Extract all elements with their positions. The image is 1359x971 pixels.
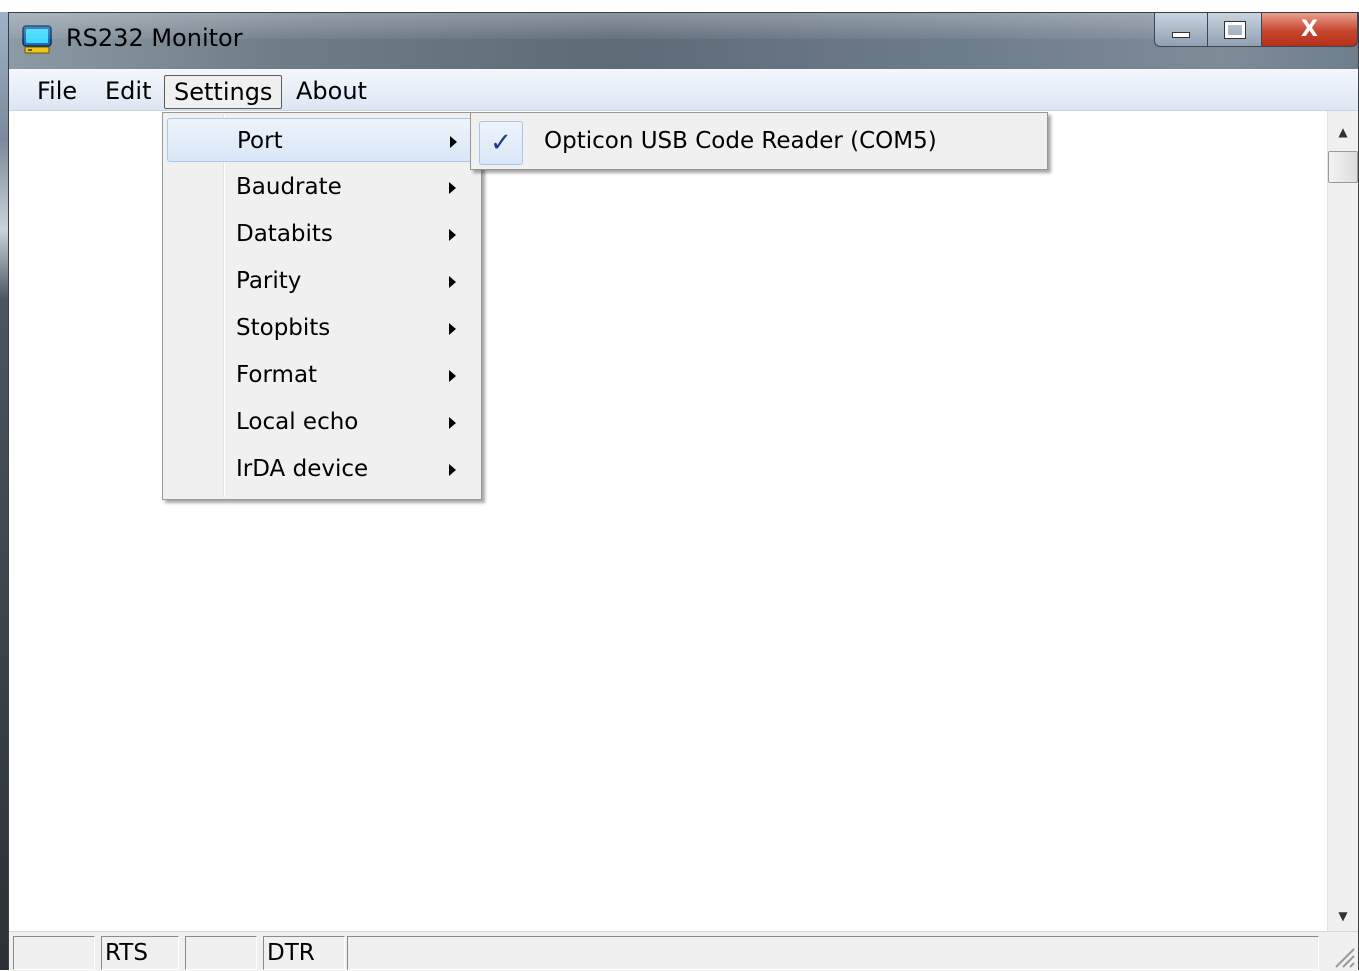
menu-settings[interactable]: Settings	[164, 75, 283, 109]
checkmark-icon: ✓	[479, 121, 523, 165]
menu-item-stopbits[interactable]: Stopbits	[167, 306, 473, 350]
menu-item-label: Port	[237, 128, 283, 154]
minimize-icon	[1172, 31, 1190, 38]
menu-bar: File Edit Settings About	[9, 69, 1358, 111]
status-pane-message	[347, 936, 1319, 970]
chevron-right-icon	[449, 182, 456, 194]
chevron-right-icon	[449, 276, 456, 288]
menu-item-local-echo[interactable]: Local echo	[167, 400, 473, 444]
title-bar[interactable]: RS232 Monitor X	[9, 13, 1358, 69]
menu-item-parity[interactable]: Parity	[167, 259, 473, 303]
window-controls: X	[1154, 13, 1358, 49]
maximize-button[interactable]	[1208, 13, 1262, 47]
status-pane-rts: RTS	[101, 936, 179, 970]
status-pane-blank-2	[185, 936, 257, 970]
menu-item-label: Parity	[236, 268, 302, 294]
menu-item-irda-device[interactable]: IrDA device	[167, 447, 473, 491]
close-icon: X	[1301, 17, 1318, 42]
status-pane-blank-1	[13, 936, 95, 970]
chevron-right-icon	[449, 464, 456, 476]
chevron-right-icon	[449, 370, 456, 382]
window-title: RS232 Monitor	[66, 24, 243, 52]
menu-file[interactable]: File	[27, 75, 87, 109]
vertical-scrollbar[interactable]: ▲ ▼	[1327, 111, 1358, 931]
menu-about[interactable]: About	[286, 75, 377, 109]
close-button[interactable]: X	[1262, 13, 1358, 47]
menu-item-port[interactable]: Port	[167, 118, 473, 162]
menu-item-label: Baudrate	[236, 174, 342, 200]
scroll-up-arrow-icon[interactable]: ▲	[1328, 117, 1358, 147]
chevron-right-icon	[449, 417, 456, 429]
menu-item-label: Local echo	[236, 409, 359, 435]
menu-item-baudrate[interactable]: Baudrate	[167, 165, 473, 209]
scroll-down-arrow-icon[interactable]: ▼	[1328, 901, 1358, 931]
monitor-icon	[22, 25, 52, 54]
menu-item-label: IrDA device	[236, 456, 369, 482]
menu-item-label: Stopbits	[236, 315, 331, 341]
menu-item-label: Format	[236, 362, 318, 388]
menu-edit[interactable]: Edit	[95, 75, 161, 109]
chevron-right-icon	[450, 136, 457, 148]
status-pane-dtr: DTR	[263, 936, 345, 970]
scrollbar-thumb[interactable]	[1328, 151, 1358, 183]
maximize-icon	[1223, 20, 1246, 39]
settings-dropdown-menu: Port Baudrate Databits Parity Stopbits F…	[162, 112, 482, 500]
menu-item-databits[interactable]: Databits	[167, 212, 473, 256]
status-bar: RTS DTR	[9, 931, 1358, 971]
chevron-right-icon	[449, 323, 456, 335]
chevron-right-icon	[449, 229, 456, 241]
menu-item-label: Databits	[236, 221, 333, 247]
port-option-label: Opticon USB Code Reader (COM5)	[544, 128, 937, 154]
minimize-button[interactable]	[1154, 13, 1208, 47]
port-submenu: ✓ Opticon USB Code Reader (COM5)	[470, 112, 1048, 170]
menu-item-format[interactable]: Format	[167, 353, 473, 397]
port-option-com5[interactable]: ✓ Opticon USB Code Reader (COM5)	[475, 117, 1041, 165]
resize-grip-icon[interactable]	[1328, 941, 1356, 969]
